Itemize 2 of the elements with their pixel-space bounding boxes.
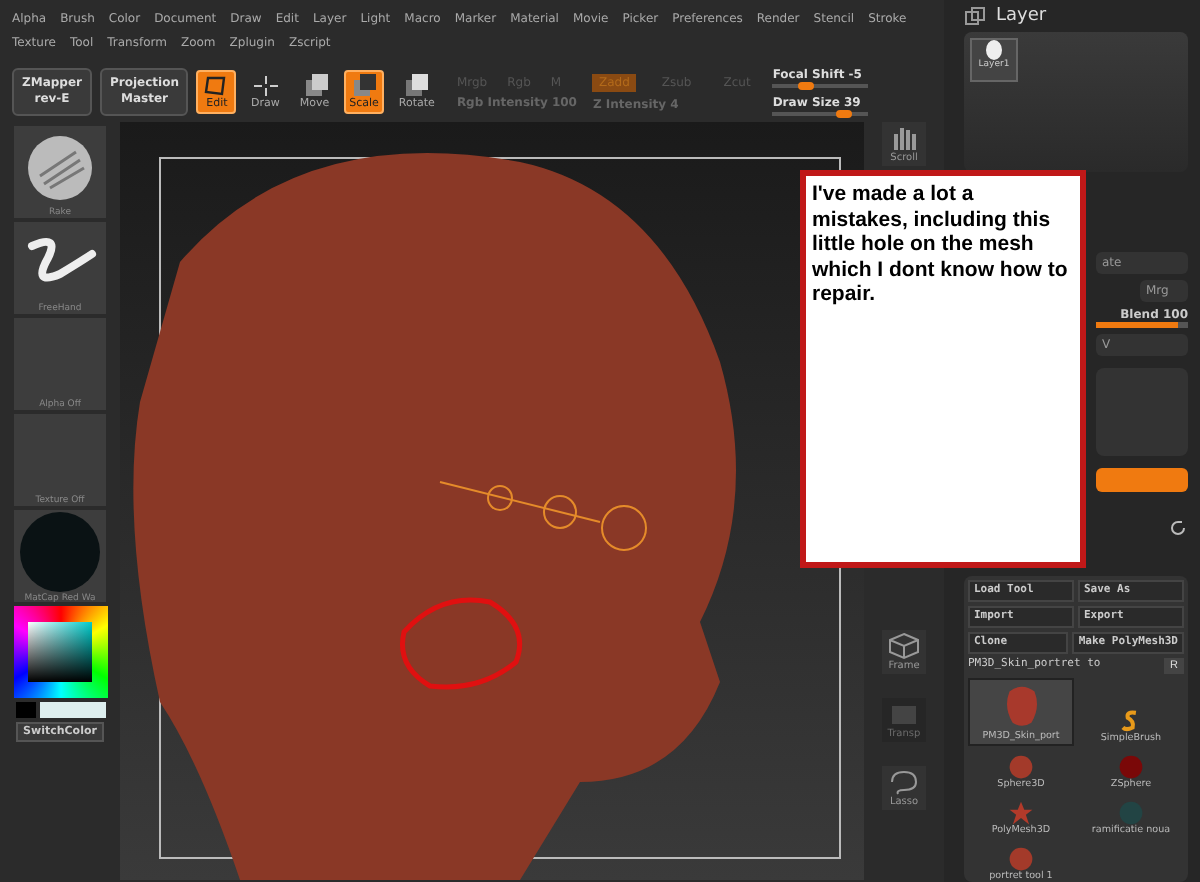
panel-title: Layer (996, 6, 1047, 26)
callout-box: I've made a lot a mistakes, including this little hole on the mesh which I dont know how to repair. (800, 170, 1086, 568)
